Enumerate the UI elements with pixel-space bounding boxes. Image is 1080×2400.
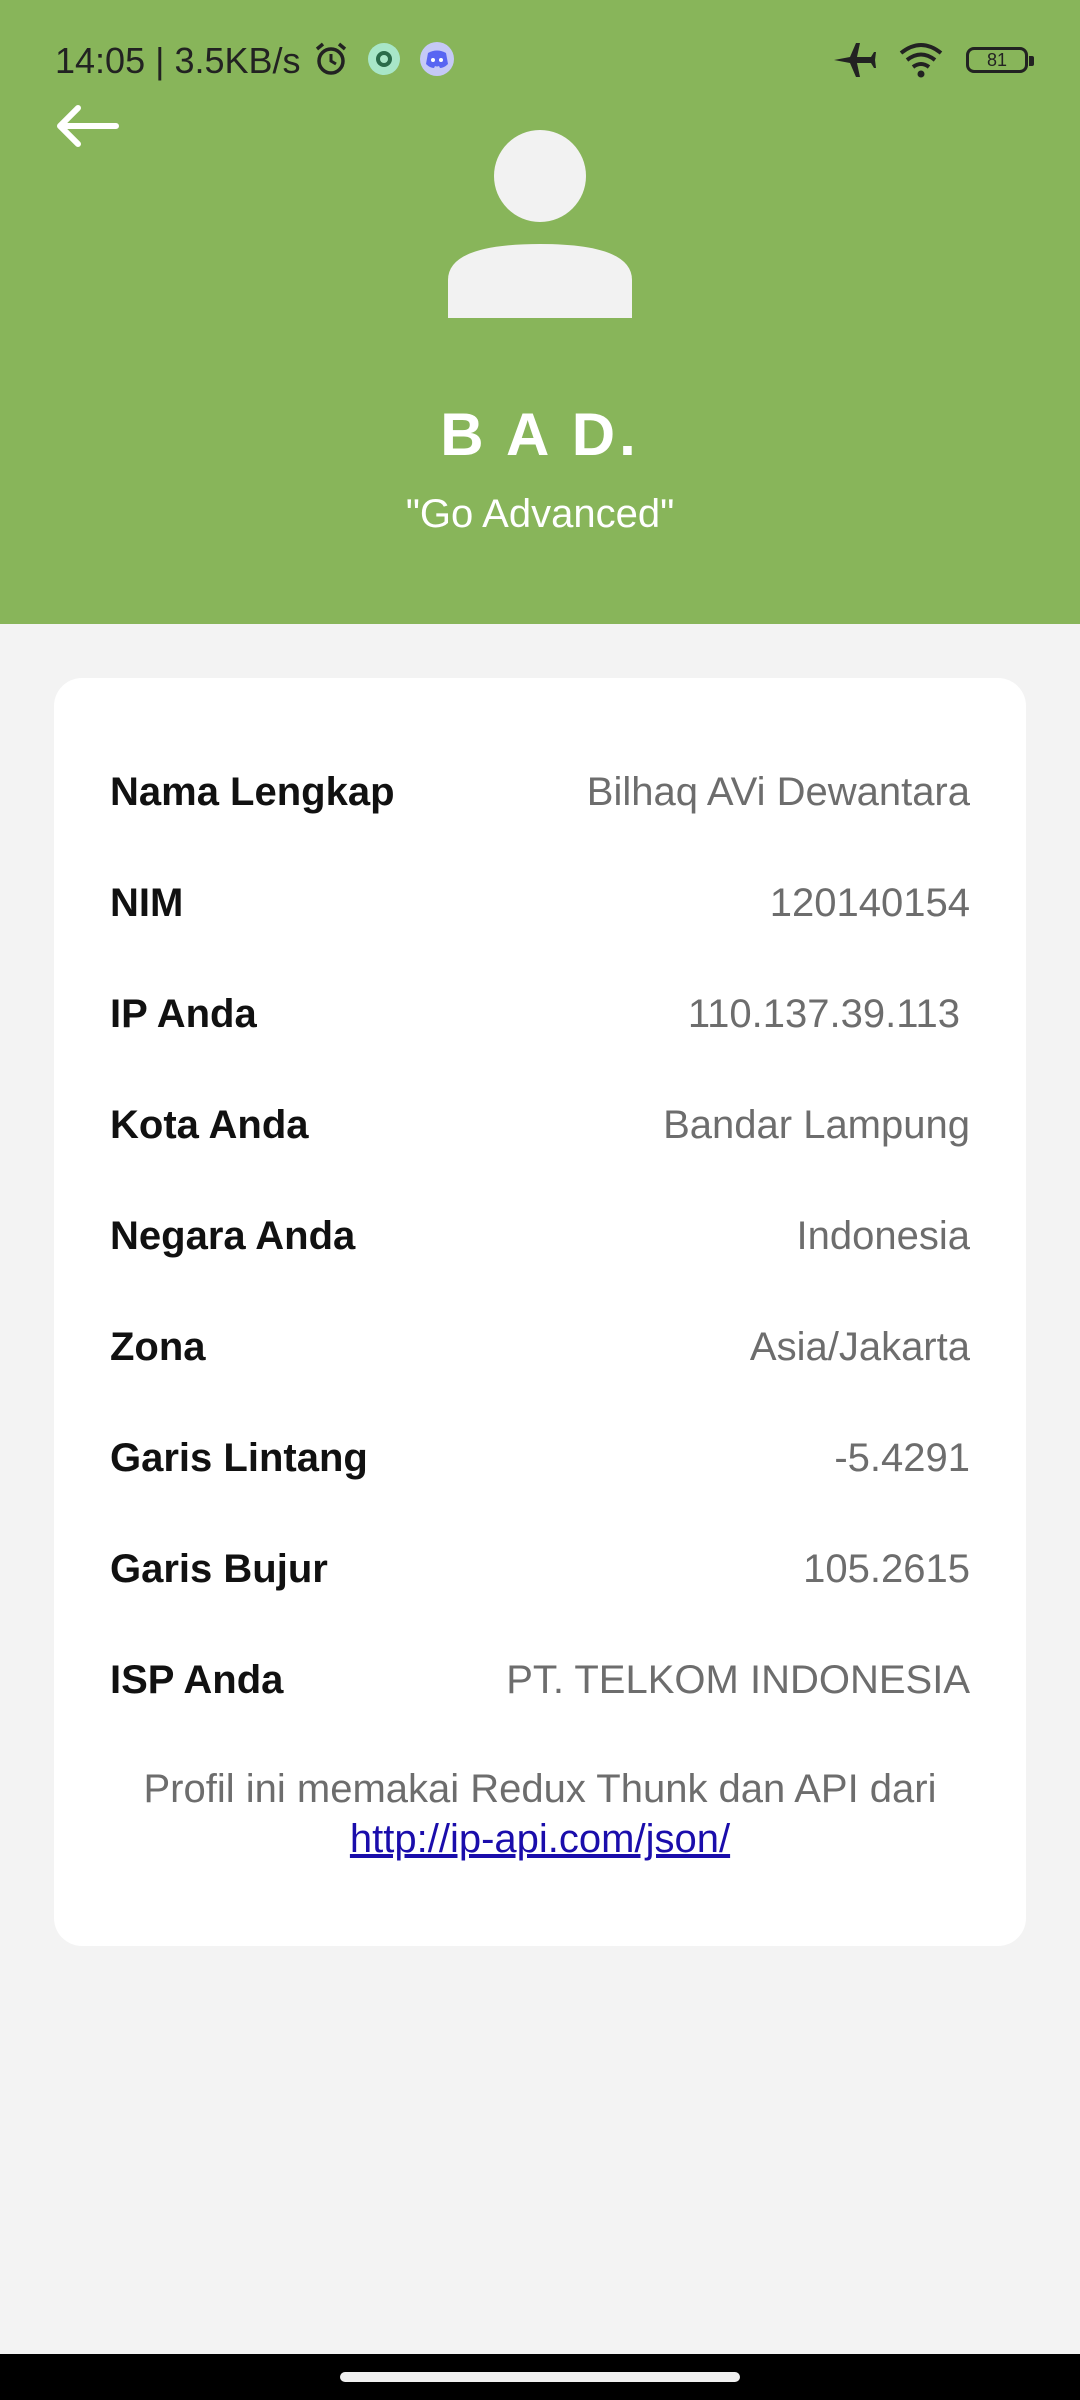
row-value: 105.2615 [803, 1546, 970, 1591]
row-label: Zona [110, 1324, 206, 1369]
info-row-kota: Kota Anda Bandar Lampung [110, 1095, 970, 1155]
status-bar: 14:05 | 3.5KB/s 81 [0, 0, 1080, 126]
alarm-icon [315, 42, 347, 75]
row-value: PT. TELKOM INDONESIA [506, 1657, 970, 1702]
row-label: ISP Anda [110, 1657, 284, 1702]
row-value: 110.137.39.113 [687, 991, 960, 1036]
row-value: 120140154 [769, 880, 970, 925]
row-value: Bandar Lampung [663, 1102, 970, 1147]
battery-icon: 81 [966, 47, 1034, 73]
status-time: 14:05 | 3.5KB/s [55, 40, 301, 81]
profile-info-card: Nama Lengkap Bilhaq AVi Dewantara NIM 12… [54, 678, 1026, 1946]
home-indicator[interactable] [340, 2372, 740, 2382]
arrow-left-icon [57, 105, 119, 147]
row-value: -5.4291 [834, 1435, 970, 1480]
info-row-zona: Zona Asia/Jakarta [110, 1317, 970, 1377]
row-value: Bilhaq AVi Dewantara [586, 769, 970, 814]
navigation-bar [0, 2354, 1080, 2400]
avatar-icon [448, 130, 632, 318]
profile-header: 14:05 | 3.5KB/s 81 B A D. "Go Advanced" [0, 0, 1080, 624]
profile-tagline: "Go Advanced" [405, 492, 675, 536]
row-label: Garis Lintang [110, 1435, 368, 1480]
discord-icon [420, 42, 454, 76]
row-value: Indonesia [796, 1213, 970, 1258]
row-label: Kota Anda [110, 1102, 309, 1147]
row-label: Nama Lengkap [110, 769, 395, 814]
info-row-negara: Negara Anda Indonesia [110, 1206, 970, 1266]
airplane-mode-icon [834, 43, 876, 77]
api-credit-note: Profil ini memakai Redux Thunk dan API d… [54, 1764, 1026, 1864]
api-credit-text: Profil ini memakai Redux Thunk dan API d… [143, 1767, 937, 1811]
row-label: NIM [110, 880, 184, 925]
profile-name: B A D. [440, 401, 640, 468]
info-row-garis-lintang: Garis Lintang -5.4291 [110, 1428, 970, 1488]
info-row-nama-lengkap: Nama Lengkap Bilhaq AVi Dewantara [110, 762, 970, 822]
info-row-ip: IP Anda 110.137.39.113 [110, 984, 970, 1044]
row-label: Garis Bujur [110, 1546, 328, 1591]
back-button[interactable] [52, 100, 124, 156]
api-link[interactable]: http://ip-api.com/json/ [350, 1817, 730, 1861]
info-row-nim: NIM 120140154 [110, 873, 970, 933]
info-row-garis-bujur: Garis Bujur 105.2615 [110, 1539, 970, 1599]
row-value: Asia/Jakarta [749, 1324, 970, 1369]
row-label: IP Anda [110, 991, 257, 1036]
info-row-isp: ISP Anda PT. TELKOM INDONESIA [110, 1650, 970, 1710]
row-label: Negara Anda [110, 1213, 356, 1258]
wifi-icon [899, 43, 943, 78]
whatsapp-icon [368, 43, 400, 75]
